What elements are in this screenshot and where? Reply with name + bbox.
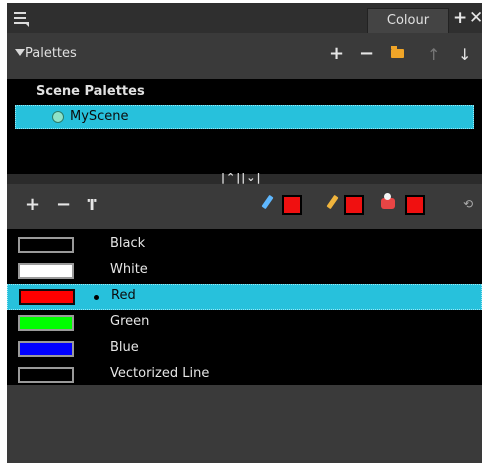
link-icon[interactable]: ⟲ — [463, 197, 473, 211]
swatch-chip — [18, 341, 74, 357]
remove-palette-icon[interactable]: − — [359, 45, 374, 63]
hamburger-menu-icon[interactable] — [13, 9, 31, 27]
add-colour-icon[interactable]: + — [25, 194, 40, 215]
swatch-label: Black — [110, 236, 146, 251]
remove-colour-icon[interactable]: − — [56, 194, 71, 215]
swatch-label: Red — [111, 288, 136, 303]
swatch-label: Blue — [110, 340, 139, 355]
pencil-colour-swatch[interactable] — [344, 195, 364, 215]
splitter-handle-icon[interactable]: |⌃||⌄| — [221, 172, 262, 183]
swatch-chip — [18, 315, 74, 331]
paint-bucket-icon — [381, 193, 395, 209]
expand-caret-icon[interactable] — [15, 49, 25, 56]
swatch-row-black[interactable]: Black — [7, 232, 482, 258]
swatch-row-blue[interactable]: Blue — [7, 336, 482, 362]
swatch-chip — [19, 289, 75, 305]
swatch-chip — [18, 237, 74, 253]
plus-icon[interactable]: + — [453, 10, 467, 27]
pencil-icon — [326, 194, 339, 210]
brush-icon — [261, 194, 274, 210]
tab-colour[interactable]: Colour — [367, 8, 449, 34]
palette-item-label: MyScene — [70, 109, 129, 124]
splitter[interactable]: |⌃||⌄| — [7, 172, 482, 184]
texture-icon[interactable]: ⴶ — [87, 196, 97, 214]
palette-status-icon — [52, 111, 64, 123]
swatch-row-green[interactable]: Green — [7, 310, 482, 336]
colour-swatch-list: Black White Red Green Blue Vectorized Li… — [7, 229, 482, 385]
move-up-icon[interactable]: ↑ — [427, 45, 440, 64]
scene-palettes-heading: Scene Palettes — [36, 84, 145, 99]
panel-titlebar: Colour + ✕ — [7, 3, 482, 34]
palette-list: Scene Palettes MyScene — [7, 79, 482, 174]
empty-area — [7, 385, 482, 463]
palette-item-myscene[interactable]: MyScene — [15, 105, 474, 129]
swatch-row-red[interactable]: Red — [7, 284, 482, 310]
swatch-chip — [18, 263, 74, 279]
swatch-label: White — [110, 262, 148, 277]
swatch-label: Vectorized Line — [110, 366, 210, 381]
brush-colour-swatch[interactable] — [282, 195, 302, 215]
swatch-row-white[interactable]: White — [7, 258, 482, 284]
palettes-label[interactable]: Palettes — [25, 46, 77, 61]
colour-panel: Colour + ✕ Palettes + − ↑ ↓ Scene Palett… — [7, 3, 482, 463]
swatch-label: Green — [110, 314, 150, 329]
paint-colour-swatch[interactable] — [405, 195, 425, 215]
swatch-chip — [18, 367, 74, 383]
folder-icon[interactable] — [391, 46, 404, 58]
move-down-icon[interactable]: ↓ — [458, 45, 471, 64]
current-colour-indicator — [94, 295, 99, 300]
swatch-toolbar: + − ⴶ ⟲ — [7, 184, 482, 229]
add-palette-icon[interactable]: + — [329, 45, 344, 63]
palettes-header: Palettes + − ↑ ↓ — [7, 33, 482, 79]
close-icon[interactable]: ✕ — [469, 10, 482, 27]
